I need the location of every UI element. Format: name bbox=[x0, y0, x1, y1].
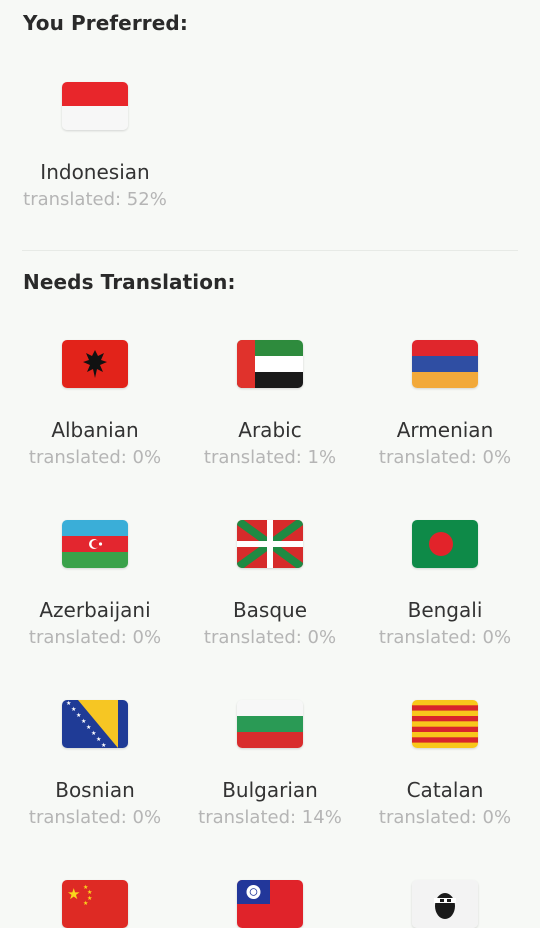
language-item-basque[interactable]: Basque translated: 0% bbox=[185, 520, 355, 648]
language-progress: translated: 0% bbox=[28, 807, 162, 828]
language-progress: translated: 0% bbox=[203, 627, 337, 648]
uae-flag-icon bbox=[237, 340, 303, 388]
albania-flag-icon bbox=[62, 340, 128, 388]
language-progress: translated: 0% bbox=[378, 627, 512, 648]
language-name: Albanian bbox=[51, 418, 139, 442]
language-name: Bosnian bbox=[55, 778, 135, 802]
language-item-bulgarian[interactable]: Bulgarian translated: 14% bbox=[185, 700, 355, 828]
language-progress: translated: 52% bbox=[23, 189, 167, 210]
azerbaijan-flag-icon bbox=[62, 520, 128, 568]
language-name: Bulgarian bbox=[222, 778, 318, 802]
language-item-catalan[interactable]: Catalan translated: 0% bbox=[360, 700, 530, 828]
language-item-chinese-traditional[interactable] bbox=[185, 880, 355, 928]
svg-text:★: ★ bbox=[67, 885, 80, 903]
language-progress: translated: 0% bbox=[28, 447, 162, 468]
bulgaria-flag-icon bbox=[237, 700, 303, 748]
needs-translation-section-title: Needs Translation: bbox=[23, 270, 236, 294]
basque-flag-icon bbox=[237, 520, 303, 568]
language-item-bosnian[interactable]: ★ ★ ★ ★ ★ ★ ★ ★ Bosnian translated: 0% bbox=[10, 700, 180, 828]
language-progress: translated: 0% bbox=[28, 627, 162, 648]
bosnia-flag-icon: ★ ★ ★ ★ ★ ★ ★ ★ bbox=[62, 700, 128, 748]
language-item-corsican[interactable] bbox=[360, 880, 530, 928]
language-name: Indonesian bbox=[40, 160, 150, 184]
language-name: Basque bbox=[232, 598, 308, 622]
language-progress: translated: 1% bbox=[203, 447, 337, 468]
china-flag-icon: ★ ★ ★ ★ ★ bbox=[62, 880, 128, 928]
language-name: Catalan bbox=[406, 778, 484, 802]
language-progress: translated: 14% bbox=[198, 807, 342, 828]
language-item-bengali[interactable]: Bengali translated: 0% bbox=[360, 520, 530, 648]
language-name: Bengali bbox=[407, 598, 483, 622]
bangladesh-flag-icon bbox=[412, 520, 478, 568]
language-item-chinese[interactable]: ★ ★ ★ ★ ★ bbox=[10, 880, 180, 928]
svg-text:★: ★ bbox=[101, 742, 106, 748]
language-progress: translated: 0% bbox=[378, 807, 512, 828]
language-item-albanian[interactable]: Albanian translated: 0% bbox=[10, 340, 180, 468]
language-item-arabic[interactable]: Arabic translated: 1% bbox=[185, 340, 355, 468]
language-progress: translated: 0% bbox=[378, 447, 512, 468]
language-item-armenian[interactable]: Armenian translated: 0% bbox=[360, 340, 530, 468]
catalonia-flag-icon bbox=[412, 700, 478, 748]
language-item-azerbaijani[interactable]: Azerbaijani translated: 0% bbox=[10, 520, 180, 648]
preferred-section-title: You Preferred: bbox=[23, 11, 188, 35]
corsica-flag-icon bbox=[412, 880, 478, 928]
language-name: Azerbaijani bbox=[39, 598, 151, 622]
svg-text:★: ★ bbox=[83, 900, 88, 907]
indonesia-flag-icon bbox=[62, 82, 128, 130]
language-item-indonesian[interactable]: Indonesian translated: 52% bbox=[10, 82, 180, 210]
taiwan-flag-icon bbox=[237, 880, 303, 928]
language-name: Arabic bbox=[238, 418, 302, 442]
language-name: Armenian bbox=[396, 418, 494, 442]
armenia-flag-icon bbox=[412, 340, 478, 388]
section-divider bbox=[22, 250, 518, 251]
